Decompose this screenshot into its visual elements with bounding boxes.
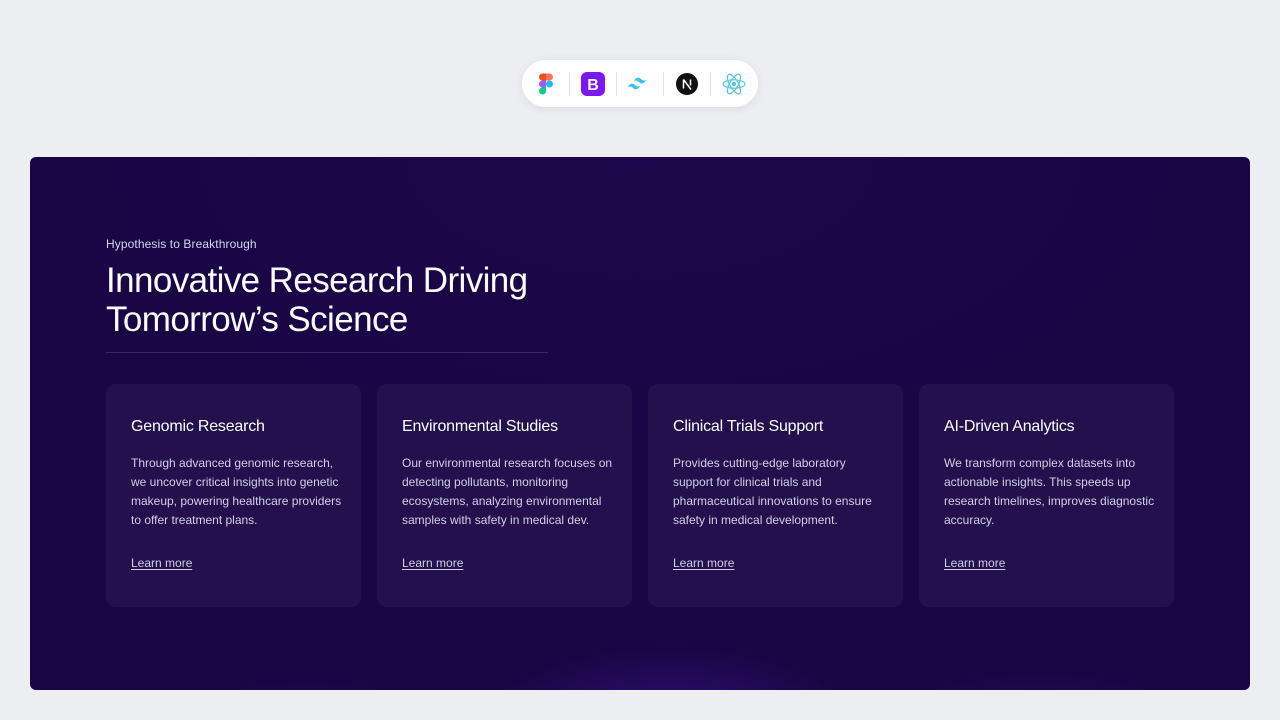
learn-more-link[interactable]: Learn more: [131, 556, 192, 570]
learn-more-link[interactable]: Learn more: [673, 556, 734, 570]
card-title: AI-Driven Analytics: [944, 418, 1075, 435]
section-headline: Innovative Research Driving Tomorrow’s S…: [106, 261, 576, 339]
headline-divider: [106, 352, 548, 353]
card-genomic-research: Genomic Research Through advanced genomi…: [106, 384, 361, 607]
svg-text:B: B: [587, 77, 599, 94]
card-title: Environmental Studies: [402, 418, 558, 435]
section-eyebrow: Hypothesis to Breakthrough: [106, 237, 257, 251]
research-hero-section: Hypothesis to Breakthrough Innovative Re…: [30, 157, 1250, 690]
learn-more-link[interactable]: Learn more: [944, 556, 1005, 570]
headline-line-2: Tomorrow’s Science: [106, 300, 408, 339]
card-title: Clinical Trials Support: [673, 418, 824, 435]
tailwind-icon: [617, 60, 663, 107]
tech-stack-pill: B: [522, 60, 758, 107]
card-description: Provides cutting-edge laboratory support…: [673, 456, 872, 527]
card-description: Our environmental research focuses on de…: [402, 456, 613, 527]
card-description: We transform complex datasets into actio…: [944, 456, 1155, 527]
headline-line-1: Innovative Research Driving: [106, 261, 528, 300]
card-description: Through advanced genomic research, we un…: [131, 456, 342, 527]
figma-icon: [523, 60, 569, 107]
react-icon: [711, 60, 757, 107]
card-clinical-trials-support: Clinical Trials Support Provides cutting…: [648, 384, 903, 607]
card-ai-driven-analytics: AI-Driven Analytics We transform complex…: [919, 384, 1174, 607]
card-environmental-studies: Environmental Studies Our environmental …: [377, 384, 632, 607]
learn-more-link[interactable]: Learn more: [402, 556, 463, 570]
bootstrap-icon: B: [570, 60, 616, 107]
card-title: Genomic Research: [131, 418, 265, 435]
nextjs-icon: [664, 60, 710, 107]
